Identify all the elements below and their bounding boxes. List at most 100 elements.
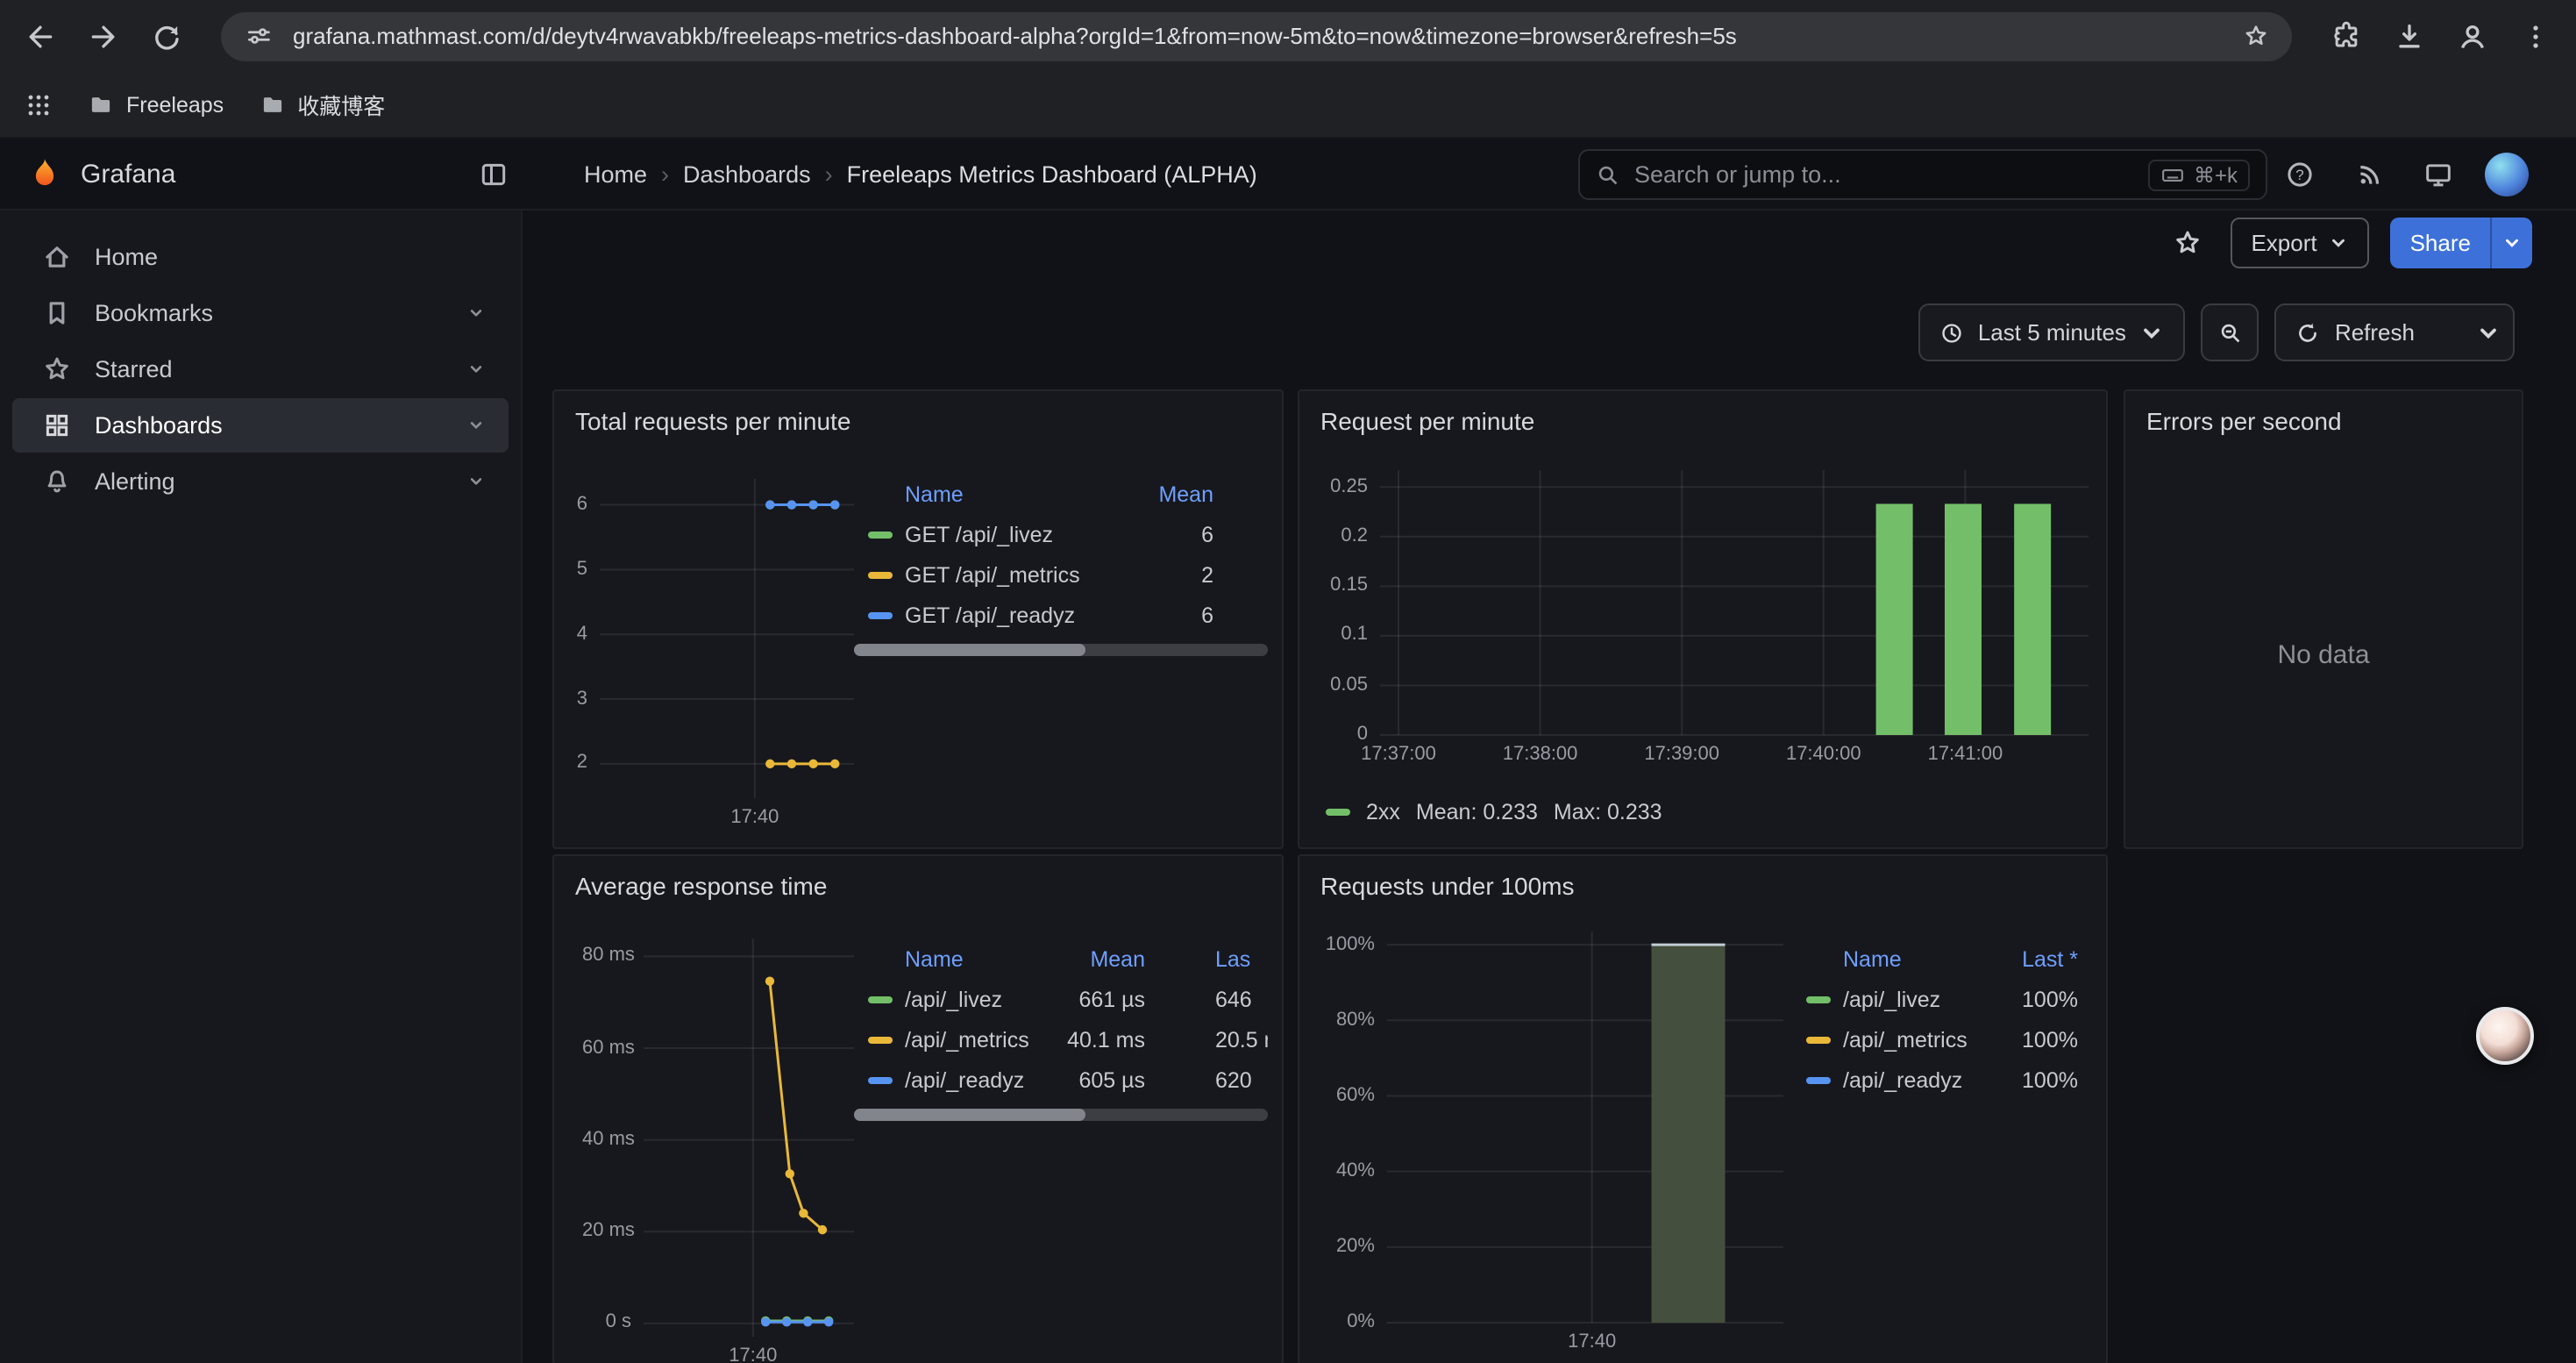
panel-title[interactable]: Total requests per minute — [554, 391, 1282, 451]
refresh-interval-dropdown[interactable] — [2464, 320, 2513, 345]
time-range-picker[interactable]: Last 5 minutes — [1918, 303, 2186, 361]
breadcrumb-dashboards[interactable]: Dashboards — [683, 161, 811, 188]
chevron-down-icon[interactable] — [465, 470, 487, 493]
bookmark-icon — [42, 298, 72, 328]
x-axis-tick: 17:37:00 — [1361, 744, 1436, 765]
legend-scrollbar[interactable] — [854, 644, 1268, 656]
bookmark-folder-blogs[interactable]: 收藏博客 — [259, 88, 385, 121]
bookmark-star-icon[interactable] — [2236, 17, 2274, 55]
legend-column-header[interactable]: Name — [868, 947, 1054, 972]
back-icon[interactable] — [21, 17, 60, 55]
legend-column-header[interactable]: Mean — [1054, 947, 1145, 972]
sidebar-toggle-icon[interactable] — [473, 154, 512, 193]
legend-row[interactable]: /api/_metrics100% — [1792, 1019, 2078, 1060]
sidebar-item-starred[interactable]: Starred — [12, 342, 509, 396]
chart-requests-under-100ms[interactable]: 100%80%60%40%20%0%17:40 — [1324, 931, 1783, 1358]
y-axis-tick: 5 — [565, 560, 587, 579]
bookmark-label: Freeleaps — [126, 92, 224, 117]
zoom-out-button[interactable] — [2202, 303, 2259, 361]
panel-title[interactable]: Errors per second — [2125, 391, 2522, 451]
folder-icon — [88, 91, 114, 118]
user-avatar[interactable] — [2485, 153, 2529, 196]
download-icon[interactable] — [2390, 17, 2429, 55]
legend-row[interactable]: GET /api/_livez6 — [854, 514, 1268, 554]
sidebar-item-alerting[interactable]: Alerting — [12, 454, 509, 509]
breadcrumb-home[interactable]: Home — [584, 161, 647, 188]
chart-plot-area[interactable] — [1387, 931, 1783, 1323]
series-color-dash — [1806, 1036, 1831, 1043]
chevron-down-icon[interactable] — [465, 414, 487, 437]
news-rss-icon[interactable] — [2350, 154, 2388, 193]
panel-total-requests-per-minute: Total requests per minute 6543217:40 Nam… — [552, 389, 1284, 849]
search-placeholder: Search or jump to... — [1634, 161, 1841, 188]
url-text[interactable]: grafana.mathmast.com/d/deytv4rwavabkb/fr… — [293, 23, 2220, 49]
browser-toolbar: grafana.mathmast.com/d/deytv4rwavabkb/fr… — [0, 0, 2576, 72]
sidebar-item-dashboards[interactable]: Dashboards — [12, 398, 509, 453]
extensions-icon[interactable] — [2327, 17, 2366, 55]
bookmark-folder-freeleaps[interactable]: Freeleaps — [88, 91, 224, 118]
legend-value: 100% — [1987, 987, 2078, 1011]
chevron-down-icon — [2330, 233, 2349, 253]
y-axis-tick: 20 ms — [582, 1222, 631, 1241]
legend-inline[interactable]: 2xx Mean: 0.233 Max: 0.233 — [1326, 800, 1662, 824]
legend-header-row: NameMeanLas — [854, 940, 1268, 979]
chart-total-requests[interactable]: 6543217:40 — [565, 479, 854, 833]
sidebar-item-bookmarks[interactable]: Bookmarks — [12, 286, 509, 340]
panel-errors-per-second: Errors per second No data — [2124, 389, 2523, 849]
legend-column-header[interactable]: Las — [1145, 947, 1268, 972]
reload-icon[interactable] — [147, 17, 186, 55]
sidebar-item-label: Starred — [95, 356, 173, 382]
search-input[interactable]: Search or jump to... ⌘+k — [1578, 149, 2267, 200]
legend-value: 661 µs — [1054, 987, 1145, 1011]
chart-plot-area[interactable] — [644, 938, 854, 1337]
forward-icon[interactable] — [84, 17, 123, 55]
favorite-star-icon[interactable] — [2167, 222, 2209, 264]
chart-average-response-time[interactable]: 80 ms60 ms40 ms20 ms0 s17:40 — [582, 938, 854, 1363]
chart-request-per-minute[interactable]: 0.250.20.150.10.05017:37:0017:38:0017:39… — [1313, 470, 2089, 770]
y-axis-tick: 0.1 — [1313, 626, 1368, 646]
chart-plot-area[interactable] — [1380, 470, 2089, 735]
grafana-brand[interactable]: Grafana — [81, 160, 175, 189]
legend-row[interactable]: GET /api/_metrics2 — [854, 554, 1268, 595]
chart-plot-area[interactable] — [600, 479, 854, 798]
help-icon[interactable]: ? — [2280, 154, 2318, 193]
sidebar-item-home[interactable]: Home — [12, 230, 509, 284]
panel-title[interactable]: Average response time — [554, 856, 1282, 916]
scrollbar-thumb[interactable] — [854, 1109, 1085, 1121]
legend-table: NameLast * /api/_livez100%/api/_metrics10… — [1792, 937, 2078, 1100]
panel-title[interactable]: Request per minute — [1299, 391, 2106, 451]
share-dropdown-toggle[interactable] — [2490, 218, 2532, 268]
grafana-logo[interactable] — [26, 156, 63, 193]
monitor-icon[interactable] — [2418, 154, 2457, 193]
assistant-avatar[interactable] — [2476, 1007, 2534, 1065]
legend-row[interactable]: /api/_readyz605 µs620 — [854, 1060, 1268, 1100]
chevron-down-icon[interactable] — [465, 302, 487, 325]
legend-row[interactable]: GET /api/_readyz6 — [854, 595, 1268, 635]
profile-avatar[interactable] — [2453, 17, 2492, 55]
share-button[interactable]: Share — [2391, 218, 2490, 268]
refresh-button[interactable]: Refresh — [2277, 319, 2434, 346]
series-name: /api/_readyz — [905, 1067, 1024, 1092]
browser-menu-icon[interactable] — [2516, 17, 2555, 55]
url-bar[interactable]: grafana.mathmast.com/d/deytv4rwavabkb/fr… — [221, 11, 2292, 61]
legend-column-header[interactable]: Name — [1806, 947, 1987, 972]
legend-column-header[interactable]: Last * — [1987, 947, 2078, 972]
legend-column-header[interactable]: Name — [868, 482, 1143, 507]
export-button[interactable]: Export — [2230, 218, 2369, 268]
x-axis-tick: 17:40 — [729, 1345, 777, 1363]
site-info-icon[interactable] — [238, 17, 277, 55]
y-axis-tick: 100% — [1324, 935, 1375, 954]
legend-row[interactable]: /api/_livez100% — [1792, 979, 2078, 1019]
legend-row[interactable]: /api/_livez661 µs646 — [854, 979, 1268, 1019]
home-icon — [42, 242, 72, 272]
legend-row[interactable]: /api/_readyz100% — [1792, 1060, 2078, 1100]
scrollbar-thumb[interactable] — [854, 644, 1085, 656]
legend-column-header[interactable]: Mean — [1143, 482, 1213, 507]
legend-scrollbar[interactable] — [854, 1109, 1268, 1121]
chevron-down-icon[interactable] — [465, 358, 487, 381]
series-name[interactable]: 2xx — [1366, 800, 1400, 824]
search-shortcut: ⌘+k — [2148, 159, 2250, 190]
apps-grid-icon[interactable] — [25, 90, 53, 118]
panel-title[interactable]: Requests under 100ms — [1299, 856, 2106, 916]
legend-row[interactable]: /api/_metrics40.1 ms20.5 m — [854, 1019, 1268, 1060]
